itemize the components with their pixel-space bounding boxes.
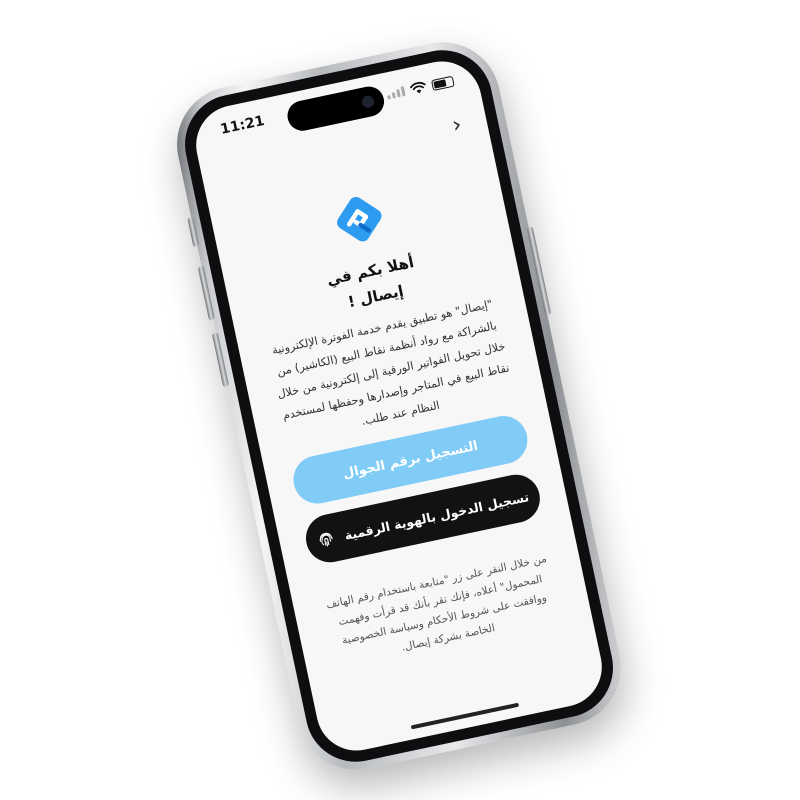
status-icons [386, 75, 455, 101]
fingerprint-icon [319, 532, 333, 547]
chevron-right-icon[interactable]: › [443, 112, 471, 141]
phone-mockup: 11:21 › أهلا بكم في إيصال ! "إيصال" هو ت… [166, 31, 632, 781]
digital-id-label: تسجيل الدخول بالهوية الرقمية [343, 488, 531, 543]
front-camera [360, 94, 376, 109]
signal-icon [386, 86, 406, 100]
phone-login-label: التسجيل برقم الجوال [341, 438, 480, 482]
battery-icon [430, 75, 455, 91]
esal-logo-icon [337, 196, 382, 242]
status-time: 11:21 [219, 112, 266, 138]
wifi-icon [410, 81, 426, 94]
terms-notice: من خلال النقر على زر "متابعة باستخدام رق… [325, 552, 548, 654]
app-screen: 11:21 › أهلا بكم في إيصال ! "إيصال" هو ت… [188, 54, 610, 758]
dynamic-island [284, 83, 387, 134]
